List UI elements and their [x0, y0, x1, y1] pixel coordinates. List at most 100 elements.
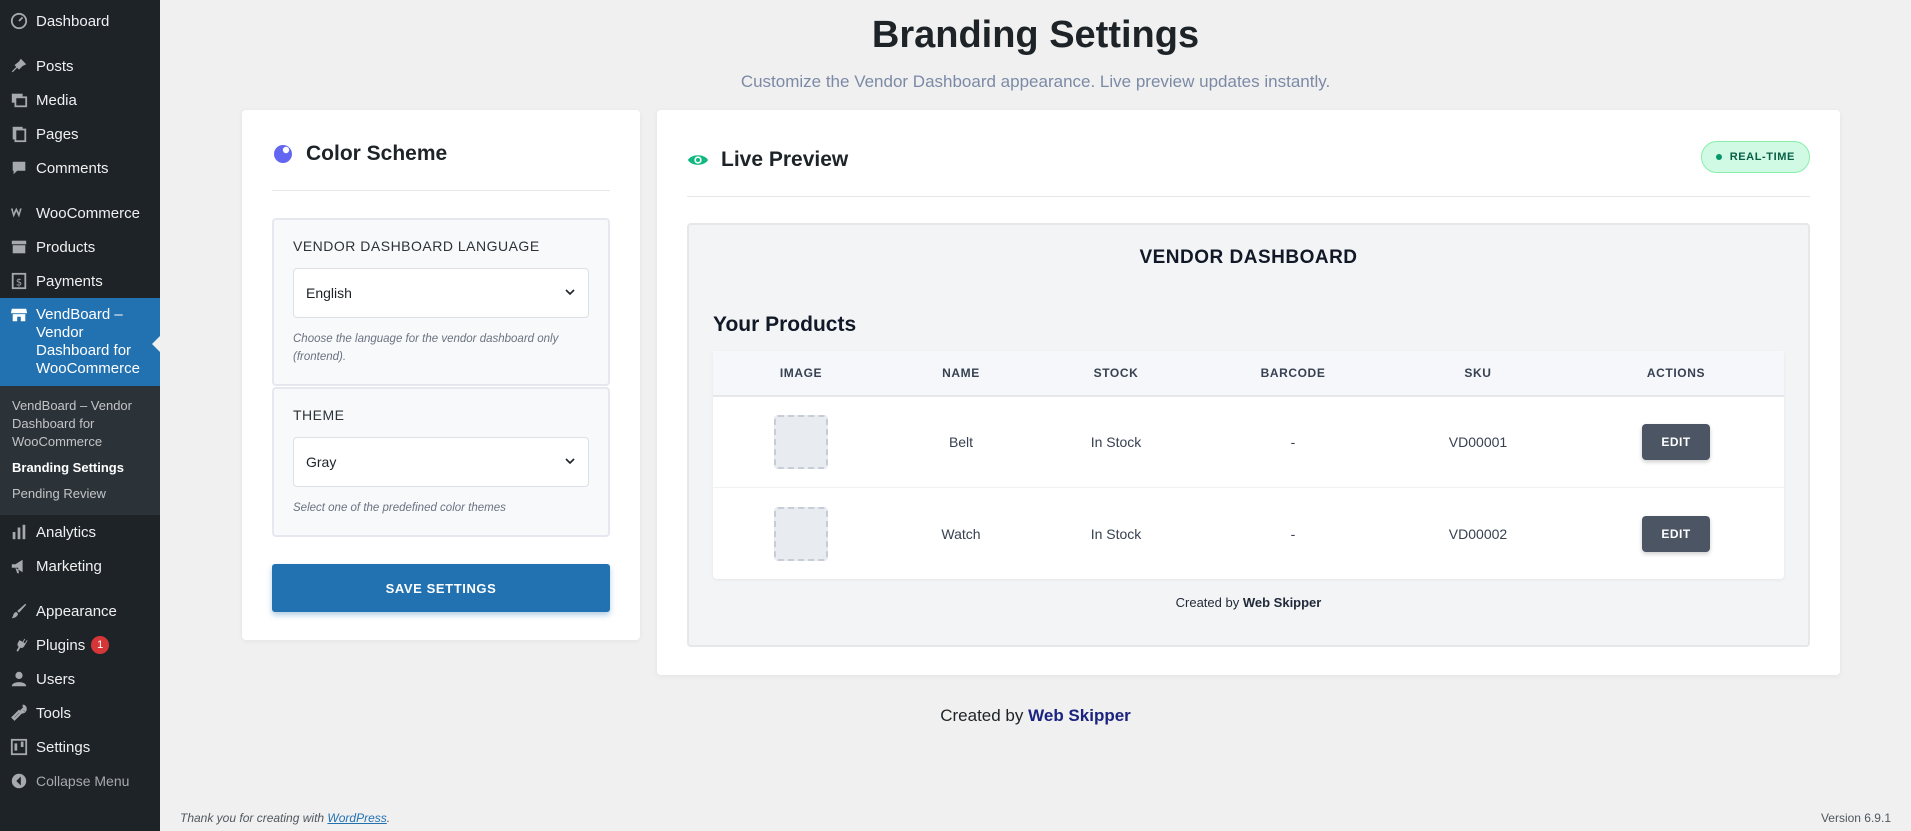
menu-item-dashboard[interactable]: Dashboard [0, 4, 160, 38]
menu-item-settings[interactable]: Settings [0, 730, 160, 764]
column-header-sku: SKU [1464, 366, 1492, 380]
menu-label: Marketing [36, 557, 102, 575]
eye-icon [687, 149, 709, 171]
product-image-cell [713, 506, 889, 561]
preview-credit: Created by Web Skipper [713, 595, 1784, 610]
language-select-value: English [306, 285, 352, 301]
menu-label: Tools [36, 704, 72, 722]
menu-label: Plugins [36, 636, 86, 654]
column-header-name: NAME [942, 366, 980, 380]
megaphone-icon [10, 557, 28, 575]
save-settings-button[interactable]: SAVE SETTINGS [272, 564, 610, 612]
menu-label: Posts [36, 57, 74, 75]
color-scheme-card: Color Scheme Vendor Dashboard Language E… [242, 110, 640, 640]
product-name: Belt [948, 434, 974, 450]
wrench-icon [10, 704, 28, 722]
language-select[interactable]: English [293, 268, 589, 318]
submenu-item-vendboard[interactable]: VendBoard – Vendor Dashboard for WooComm… [0, 393, 160, 455]
menu-item-media[interactable]: Media [0, 83, 160, 117]
user-icon [10, 670, 28, 688]
brush-icon [10, 602, 28, 620]
menu-item-appearance[interactable]: Appearance [0, 594, 160, 628]
menu-item-comments[interactable]: Comments [0, 151, 160, 185]
submenu-item-pending-review[interactable]: Pending Review [0, 481, 160, 507]
collapse-label: Collapse Menu [36, 773, 130, 789]
product-stock: In Stock [1090, 525, 1142, 542]
comment-icon [10, 159, 28, 177]
product-name: Watch [941, 525, 981, 542]
edit-button[interactable]: EDIT [1642, 515, 1710, 552]
dollar-icon: $ [10, 272, 28, 290]
your-products-title: Your Products [713, 313, 857, 336]
bar-chart-icon [10, 523, 28, 541]
menu-item-tools[interactable]: Tools [0, 696, 160, 730]
wp-footer-text: Thank you for creating with WordPress. [180, 811, 390, 825]
theme-select-value: Gray [306, 454, 337, 470]
chevron-down-icon [564, 454, 576, 470]
main-content: Branding Settings Customize the Vendor D… [160, 0, 1911, 831]
vendor-dashboard-title: VENDOR DASHBOARD [1139, 247, 1358, 268]
theme-label: Theme [293, 407, 345, 423]
chevron-down-icon [564, 285, 576, 301]
menu-label: Settings [36, 738, 91, 756]
live-preview-header: Live Preview [687, 144, 1810, 176]
product-sku: VD00001 [1448, 434, 1508, 450]
pin-icon [10, 57, 28, 75]
status-dot [1715, 154, 1722, 160]
menu-item-products[interactable]: Products [0, 230, 160, 264]
admin-sidebar: Dashboard Posts Media Pages Comments Woo… [0, 0, 160, 831]
menu-item-plugins[interactable]: Plugins 1 [0, 628, 160, 662]
collapse-arrow-icon [10, 772, 28, 790]
plugins-update-badge: 1 [91, 636, 110, 654]
menu-item-pages[interactable]: Pages [0, 117, 160, 151]
language-help: Choose the language for the vendor dashb… [293, 333, 559, 363]
realtime-badge: REAL-TIME [1700, 141, 1810, 173]
menu-item-users[interactable]: Users [0, 662, 160, 696]
menu-label: Media [36, 91, 77, 109]
live-preview-card: Live Preview REAL-TIME VENDOR DASHBOARD … [657, 110, 1840, 675]
menu-label: Appearance [36, 602, 117, 620]
color-scheme-header: Color Scheme [272, 138, 610, 170]
menu-label: Comments [36, 159, 109, 177]
dashboard-icon [10, 12, 28, 30]
wordpress-link[interactable]: WordPress [327, 811, 386, 825]
submenu-item-branding-settings[interactable]: Branding Settings [0, 455, 160, 481]
table-row: Watch In Stock - VD00002 EDIT [713, 488, 1784, 579]
pages-icon [10, 125, 28, 143]
vendboard-submenu: VendBoard – Vendor Dashboard for WooComm… [0, 386, 160, 515]
theme-help: Select one of the predefined color theme… [293, 502, 506, 514]
wp-version: Version 6.9.1 [1820, 811, 1891, 825]
column-header-image: IMAGE [779, 366, 823, 380]
preview-credit-prefix: Created by [1175, 595, 1240, 610]
menu-item-payments[interactable]: $ Payments [0, 264, 160, 298]
divider [687, 196, 1810, 197]
menu-label: Analytics [36, 523, 97, 541]
table-header: IMAGE NAME STOCK BARCODE SKU ACTIONS [713, 351, 1784, 397]
credit-brand-link[interactable]: Web Skipper [1028, 706, 1131, 725]
theme-field-box: Theme Gray Select one of the predefined … [272, 387, 610, 537]
product-image-cell [713, 415, 889, 469]
page-title: Branding Settings [871, 14, 1200, 56]
menu-item-woocommerce[interactable]: WooCommerce [0, 196, 160, 230]
preview-credit-brand: Web Skipper [1242, 595, 1322, 610]
menu-item-vendboard[interactable]: VendBoard – Vendor Dashboard for WooComm… [0, 298, 160, 386]
theme-select[interactable]: Gray [293, 437, 589, 487]
archive-icon [10, 238, 28, 256]
divider [272, 190, 610, 191]
footer-suffix: . [386, 811, 391, 825]
sliders-icon [10, 738, 28, 756]
menu-item-marketing[interactable]: Marketing [0, 549, 160, 583]
page-subtitle: Customize the Vendor Dashboard appearanc… [740, 72, 1331, 91]
palette-icon [272, 143, 294, 165]
vendor-dashboard-preview: VENDOR DASHBOARD Your Products IMAGE NAM… [687, 223, 1810, 647]
product-barcode: - [1290, 434, 1296, 450]
menu-item-posts[interactable]: Posts [0, 49, 160, 83]
menu-item-analytics[interactable]: Analytics [0, 515, 160, 549]
product-stock: In Stock [1090, 434, 1142, 450]
product-actions-cell: EDIT [1569, 424, 1783, 460]
edit-button[interactable]: EDIT [1642, 424, 1710, 460]
menu-label: Pages [36, 125, 79, 143]
table-row: Belt In Stock - VD00001 EDIT [713, 397, 1784, 488]
store-icon [10, 306, 28, 324]
collapse-menu-button[interactable]: Collapse Menu [0, 764, 160, 798]
